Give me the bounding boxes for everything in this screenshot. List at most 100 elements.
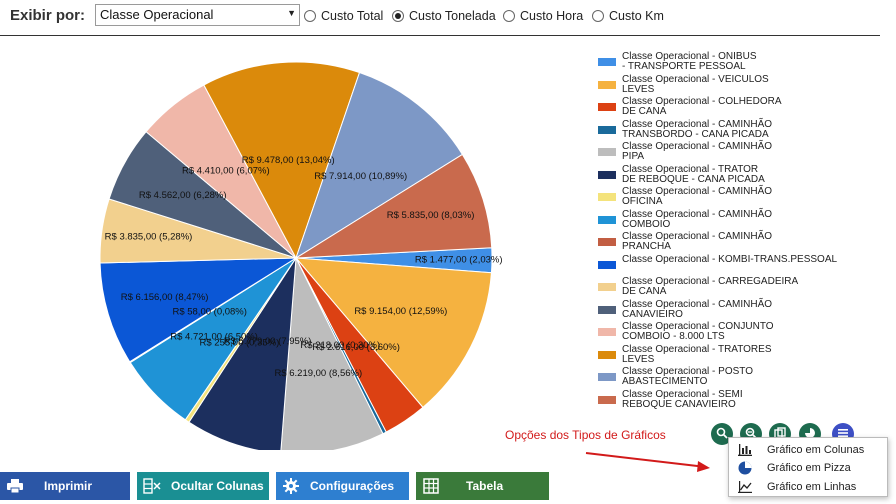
chevron-down-icon: ▼	[287, 8, 296, 18]
legend-label: Classe Operacional - CAMINHÃO OFICINA	[622, 186, 773, 207]
legend-swatch	[598, 103, 616, 111]
legend-label: Classe Operacional - CAMINHÃO CANAVIEIRO	[622, 298, 773, 320]
hide-columns-icon	[141, 475, 163, 497]
radio-label: Custo Km	[609, 9, 664, 23]
slice-data-label: R$ 6.156,00 (8,47%)	[121, 292, 209, 303]
slice-data-label: R$ 6.219,00 (8,56%)	[274, 368, 362, 379]
legend-swatch	[598, 328, 616, 336]
printer-icon	[4, 475, 26, 497]
legend-label: Classe Operacional - POSTO ABASTECIMENTO	[622, 366, 753, 387]
legend-label: Classe Operacional - ONIBUS - TRANSPORTE…	[622, 51, 757, 72]
legend-swatch	[598, 238, 616, 246]
gear-icon	[280, 475, 302, 497]
legend-label: Classe Operacional - CAMINHÃO PRANCHA	[622, 231, 773, 252]
legend-swatch	[598, 373, 616, 381]
menu-item-colunas[interactable]: Gráfico em Colunas	[737, 441, 864, 459]
legend-swatch	[598, 260, 616, 269]
legend-item[interactable]: Classe Operacional - KOMBI-TRANS.PESSOAL	[598, 253, 838, 269]
legend-label: Classe Operacional - CARREGADEIRA DE CAN…	[622, 276, 799, 297]
menu-item-label: Gráfico em Linhas	[767, 481, 857, 493]
legend-swatch	[598, 395, 616, 404]
radio-custo-hora[interactable]: Custo Hora	[503, 8, 583, 24]
pie-chart-icon	[737, 461, 753, 475]
select-value: Classe Operacional	[100, 7, 214, 22]
table-label: Tabela	[466, 479, 504, 493]
annotation-arrow	[585, 452, 710, 472]
legend-swatch	[598, 193, 616, 201]
pie-chart[interactable]: R$ 1.477,00 (2,03%) R$ 9.154,00 (12,59%) R…	[0, 40, 590, 450]
legend-item[interactable]: Classe Operacional - CARREGADEIRA DE CAN…	[598, 277, 798, 297]
legend-label: Classe Operacional - COLHEDORA DE CANA	[622, 96, 782, 117]
legend-label: Classe Operacional - SEMI REBOQUE CANAVI…	[622, 388, 743, 410]
column-chart-icon	[737, 443, 753, 457]
hide-columns-button[interactable]: Ocultar Colunas	[137, 472, 269, 500]
legend-item[interactable]: Classe Operacional - CAMINHÃO COMBOIO	[598, 208, 773, 230]
legend-swatch	[598, 350, 616, 359]
legend-label: Classe Operacional - CONJUNTO COMBOIO - …	[622, 321, 774, 342]
table-button[interactable]: Tabela	[416, 472, 549, 500]
legend-swatch	[598, 58, 616, 66]
legend-swatch	[598, 125, 616, 134]
legend-label: Classe Operacional - CAMINHÃO COMBOIO	[622, 208, 773, 230]
settings-button[interactable]: Configurações	[276, 472, 409, 500]
radio-custo-total[interactable]: Custo Total	[304, 8, 383, 24]
slice-data-label: R$ 3.835,00 (5,28%)	[105, 232, 193, 243]
slice-data-label: R$ 7.914,00 (10,89%)	[314, 171, 407, 182]
print-button[interactable]: Imprimir	[0, 472, 130, 500]
legend-item[interactable]: Classe Operacional - TRATOR DE REBOQUE -…	[598, 163, 765, 185]
legend-item[interactable]: Classe Operacional - CONJUNTO COMBOIO - …	[598, 322, 774, 342]
legend-item[interactable]: Classe Operacional - CAMINHÃO CANAVIEIRO	[598, 298, 773, 320]
legend-swatch	[598, 305, 616, 314]
slice-data-label: R$ 5.835,00 (8,03%)	[387, 210, 475, 221]
legend-item[interactable]: Classe Operacional - SEMI REBOQUE CANAVI…	[598, 388, 743, 410]
slice-data-label: R$ 1.477,00 (2,03%)	[415, 254, 503, 265]
filter-bar: Exibir por: Classe Operacional ▼ Custo T…	[0, 0, 880, 36]
slice-data-label: R$ 9.478,00 (13,04%)	[242, 155, 335, 166]
menu-item-pizza[interactable]: Gráfico em Pizza	[737, 459, 851, 477]
slice-data-label: R$ 58,00 (0,08%)	[172, 307, 246, 318]
slice-data-label: R$ 4.562,00 (6,28%)	[139, 190, 227, 201]
table-icon	[420, 475, 442, 497]
legend-item[interactable]: Classe Operacional - CAMINHÃO PRANCHA	[598, 232, 772, 252]
legend-item[interactable]: Classe Operacional - CAMINHÃO PIPA	[598, 142, 772, 162]
legend-swatch	[598, 170, 616, 179]
chart-options-annotation: Opções dos Tipos de Gráficos	[505, 428, 666, 442]
legend-item[interactable]: Classe Operacional - VEICULOS LEVES	[598, 73, 769, 95]
slice-data-label: R$ 9.154,00 (12,59%)	[354, 306, 447, 317]
chart-type-menu: Gráfico em Colunas Gráfico em Pizza Gráf…	[728, 437, 888, 497]
legend-item[interactable]: Classe Operacional - POSTO ABASTECIMENTO	[598, 367, 753, 387]
radio-circle	[304, 10, 316, 22]
legend-label: Classe Operacional - CAMINHÃO TRANSBORDO…	[622, 118, 773, 140]
radio-custo-tonelada[interactable]: Custo Tonelada	[392, 8, 496, 24]
legend-swatch	[598, 148, 616, 156]
legend-swatch	[598, 283, 616, 291]
settings-label: Configurações	[310, 479, 395, 493]
classe-select[interactable]: Classe Operacional ▼	[95, 4, 300, 26]
exibir-por-label: Exibir por:	[10, 7, 86, 24]
menu-item-linhas[interactable]: Gráfico em Linhas	[737, 478, 856, 496]
radio-label: Custo Hora	[520, 9, 584, 23]
radio-label: Custo Total	[321, 9, 384, 23]
legend-label: Classe Operacional - KOMBI-TRANS.PESSOAL	[622, 253, 838, 265]
radio-circle	[503, 10, 515, 22]
legend-item[interactable]: Classe Operacional - COLHEDORA DE CANA	[598, 97, 782, 117]
slice-data-label: R$ 4.721,00 (6,50%)	[170, 331, 258, 342]
radio-circle	[592, 10, 604, 22]
menu-item-label: Gráfico em Colunas	[767, 444, 865, 456]
legend-swatch	[598, 80, 616, 89]
legend-label: Classe Operacional - TRATOR DE REBOQUE -…	[622, 163, 765, 185]
legend-item[interactable]: Classe Operacional - TRATORES LEVES	[598, 343, 772, 365]
hide-columns-label: Ocultar Colunas	[171, 479, 264, 493]
slice-data-label: R$ 218,00 (0,30%)	[300, 340, 380, 351]
legend-item[interactable]: Classe Operacional - ONIBUS - TRANSPORTE…	[598, 52, 757, 72]
slice-data-label: R$ 4.410,00 (6,07%)	[182, 166, 270, 177]
radio-custo-km[interactable]: Custo Km	[592, 8, 664, 24]
legend-item[interactable]: Classe Operacional - CAMINHÃO OFICINA	[598, 187, 772, 207]
radio-circle-selected	[392, 10, 404, 22]
print-label: Imprimir	[44, 479, 93, 493]
legend-label: Classe Operacional - VEICULOS LEVES	[622, 73, 769, 95]
legend-label: Classe Operacional - TRATORES LEVES	[622, 343, 772, 365]
legend-item[interactable]: Classe Operacional - CAMINHÃO TRANSBORDO…	[598, 118, 773, 140]
zoom-in-icon	[716, 427, 728, 442]
line-chart-icon	[737, 480, 753, 494]
